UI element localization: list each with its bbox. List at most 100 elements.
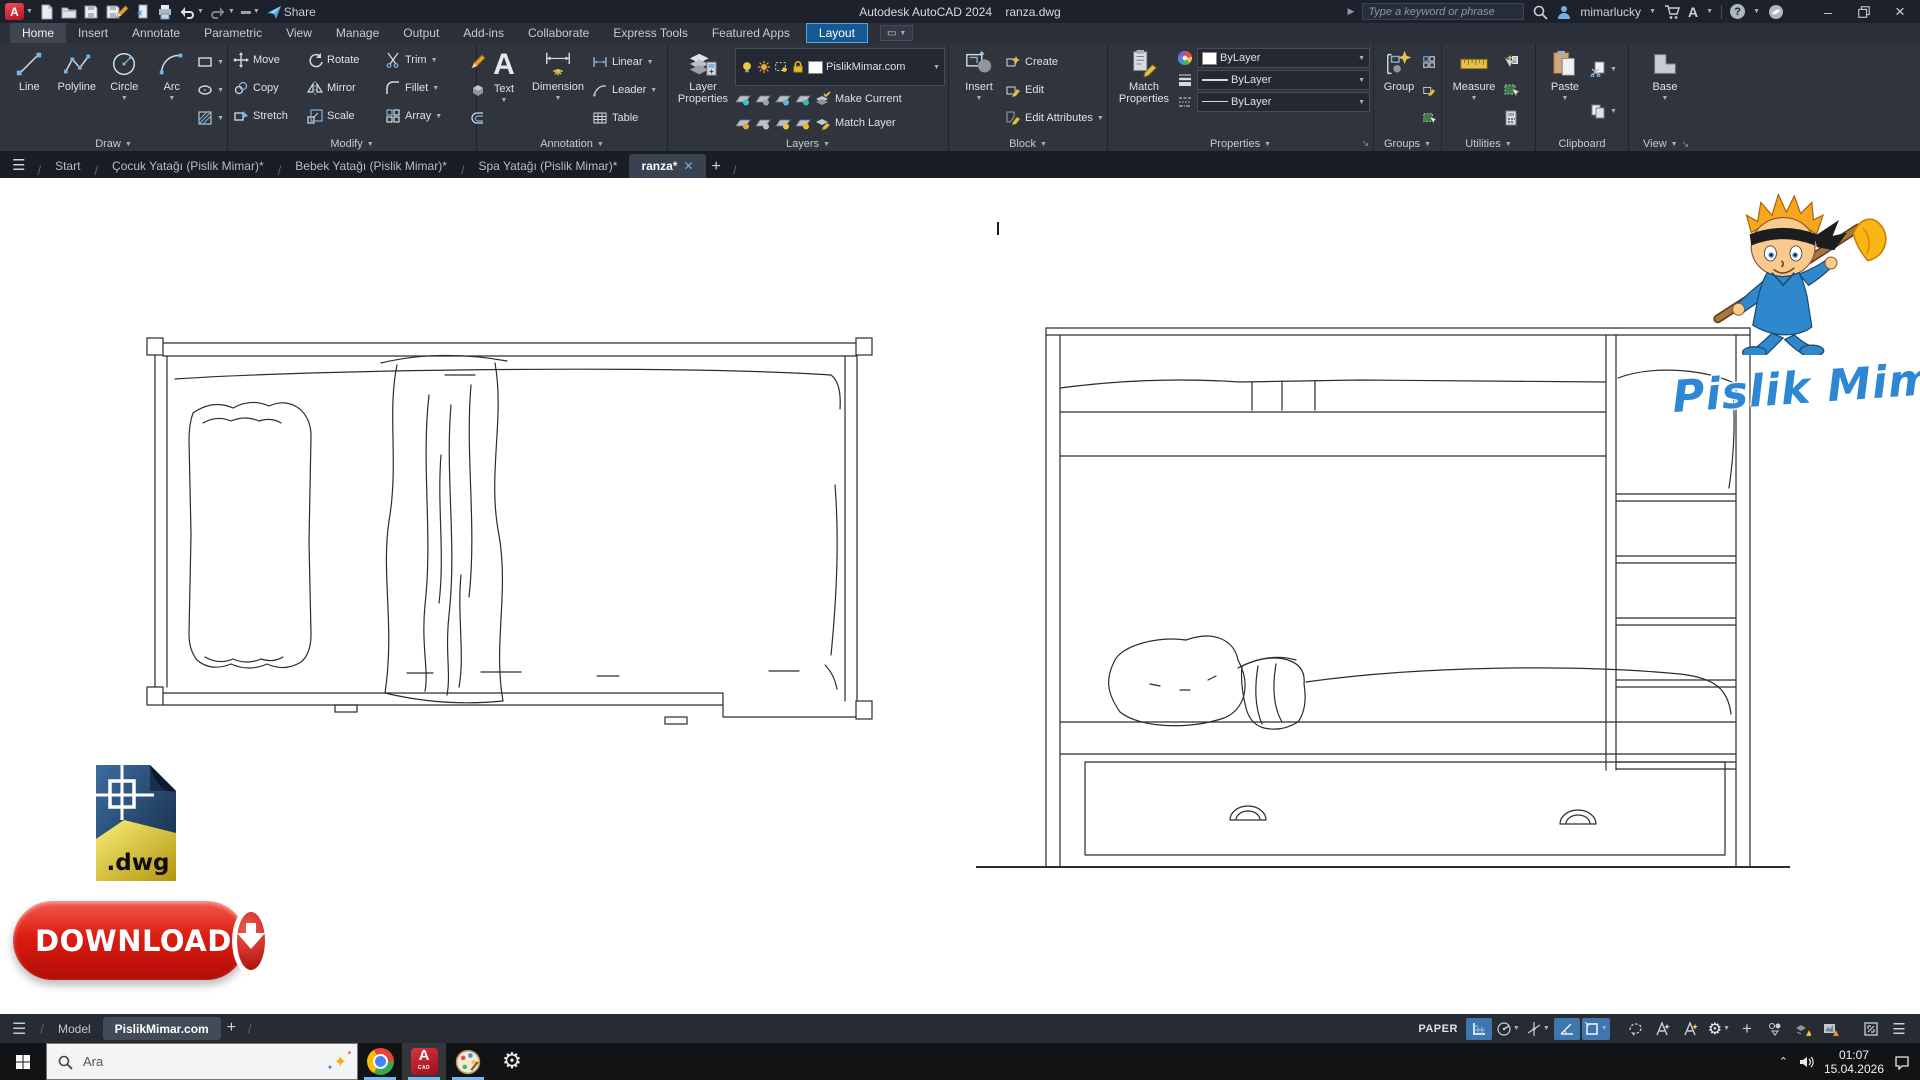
- start-button[interactable]: [0, 1043, 46, 1080]
- dimension-tool-button[interactable]: Dimension▼: [527, 46, 589, 134]
- object-snap-toggle[interactable]: ▼: [1582, 1018, 1610, 1040]
- copilot-sparkle-icon[interactable]: ✦•✦: [334, 1052, 347, 1071]
- ribbon-tab-home[interactable]: Home: [10, 23, 66, 43]
- ribbon-tab-layout[interactable]: Layout: [806, 23, 868, 43]
- chevron-down-icon[interactable]: ▼: [1649, 8, 1656, 15]
- group-select-toggle[interactable]: [1422, 108, 1436, 128]
- annotation-scale-add-button[interactable]: +: [1734, 1018, 1760, 1040]
- object-snap-tracking-toggle[interactable]: [1554, 1018, 1580, 1040]
- file-tab-spa-yatagi[interactable]: Spa Yatağı (Pislik Mimar)*: [467, 154, 630, 178]
- file-tab-start[interactable]: Start: [43, 154, 92, 178]
- help-search-input[interactable]: [1362, 3, 1524, 20]
- plot-button[interactable]: [135, 2, 151, 22]
- taskbar-chrome-button[interactable]: [358, 1043, 402, 1080]
- ribbon-tab-insert[interactable]: Insert: [66, 23, 120, 43]
- line-tool-button[interactable]: Line: [7, 46, 52, 134]
- file-tab-bebek-yatagi[interactable]: Bebek Yatağı (Pislik Mimar)*: [283, 154, 459, 178]
- hatch-tool-button[interactable]: ▼: [197, 108, 224, 128]
- app-menu-button[interactable]: A▼: [5, 2, 33, 22]
- mirror-button[interactable]: Mirror: [307, 78, 385, 98]
- panel-launcher-icon[interactable]: ↘: [1361, 138, 1369, 149]
- panel-label-draw[interactable]: Draw▼: [0, 138, 227, 150]
- match-layer-button[interactable]: Match Layer: [815, 113, 896, 133]
- annotation-scale-sync-toggle[interactable]: [1762, 1018, 1788, 1040]
- make-current-button[interactable]: Make Current: [815, 89, 902, 109]
- ribbon-tab-output[interactable]: Output: [391, 23, 451, 43]
- copy-button[interactable]: Copy: [233, 78, 307, 98]
- panel-label-utilities[interactable]: Utilities▼: [1442, 138, 1535, 150]
- layer-properties-button[interactable]: Layer Properties: [674, 46, 732, 134]
- taskbar-autocad-button[interactable]: ACAD: [402, 1043, 446, 1080]
- layer-on-all-icon[interactable]: [735, 115, 751, 131]
- ribbon-tab-manage[interactable]: Manage: [324, 23, 391, 43]
- chevron-down-icon[interactable]: ▼: [1706, 8, 1713, 15]
- undo-button[interactable]: ▼: [179, 2, 204, 22]
- close-button[interactable]: ×: [1886, 0, 1914, 23]
- stretch-button[interactable]: Stretch: [233, 106, 307, 126]
- panel-label-layers[interactable]: Layers▼: [668, 138, 948, 150]
- quick-calc-button[interactable]: [1503, 108, 1519, 128]
- taskbar-settings-button[interactable]: ⚙: [490, 1043, 534, 1080]
- layer-lock-icon[interactable]: [795, 91, 811, 107]
- linetype-dropdown[interactable]: ByLayer▼: [1197, 92, 1370, 112]
- hidden-icons-chevron[interactable]: ⌃: [1779, 1055, 1788, 1068]
- chevron-down-icon[interactable]: ▼: [1753, 8, 1760, 15]
- file-tabs-menu-icon[interactable]: ☰: [0, 156, 35, 178]
- array-button[interactable]: Array▼: [385, 106, 467, 126]
- open-file-button[interactable]: [61, 2, 77, 22]
- fillet-button[interactable]: Fillet▼: [385, 78, 467, 98]
- layer-isolate-icon[interactable]: [755, 91, 771, 107]
- panel-label-block[interactable]: Block▼: [949, 138, 1107, 150]
- ellipse-tool-button[interactable]: ▼: [197, 80, 224, 100]
- panel-label-annotation[interactable]: Annotation▼: [477, 138, 667, 150]
- app-store-cart-icon[interactable]: [1664, 4, 1680, 20]
- new-drawing-button[interactable]: +: [706, 158, 731, 178]
- clean-screen-button[interactable]: [1858, 1018, 1884, 1040]
- taskbar-paint-button[interactable]: [446, 1043, 490, 1080]
- trim-button[interactable]: Trim▼: [385, 50, 467, 70]
- ribbon-tab-parametric[interactable]: Parametric: [192, 23, 274, 43]
- ungroup-button[interactable]: [1422, 52, 1436, 72]
- search-icon[interactable]: [1532, 4, 1548, 20]
- feedback-chat-icon[interactable]: [1768, 4, 1784, 20]
- minimize-button[interactable]: –: [1814, 0, 1842, 23]
- taskbar-clock[interactable]: 01:07 15.04.2026: [1824, 1048, 1884, 1076]
- rotate-button[interactable]: Rotate: [307, 50, 385, 70]
- layout-menu-icon[interactable]: ☰: [0, 1019, 38, 1039]
- notification-center-icon[interactable]: [1894, 1054, 1910, 1070]
- ribbon-tab-view[interactable]: View: [274, 23, 324, 43]
- username-label[interactable]: mimarlucky: [1580, 5, 1641, 19]
- layer-unisolate-icon[interactable]: [755, 115, 771, 131]
- autodesk-a-icon[interactable]: A: [1688, 4, 1698, 20]
- group-edit-button[interactable]: [1422, 80, 1436, 100]
- model-tab[interactable]: Model: [46, 1017, 103, 1040]
- edit-block-button[interactable]: Edit: [1005, 80, 1104, 100]
- taskbar-search-input[interactable]: [81, 1053, 326, 1070]
- measure-button[interactable]: Measure▼: [1448, 46, 1500, 134]
- leader-button[interactable]: Leader▼: [592, 80, 657, 100]
- paper-space-label[interactable]: PAPER: [1412, 1023, 1464, 1035]
- polar-tracking-toggle[interactable]: ▼: [1494, 1018, 1522, 1040]
- isodraft-toggle[interactable]: ▼: [1524, 1018, 1552, 1040]
- taskbar-search-box[interactable]: ✦•✦: [46, 1043, 358, 1080]
- layer-unlock-all-icon[interactable]: [795, 115, 811, 131]
- ribbon-tab-annotate[interactable]: Annotate: [120, 23, 192, 43]
- grid-display-toggle[interactable]: [1466, 1018, 1492, 1040]
- panel-label-modify[interactable]: Modify▼: [228, 138, 476, 150]
- help-icon[interactable]: ?: [1730, 4, 1745, 19]
- ribbon-display-toggle[interactable]: ▭▼: [880, 25, 913, 41]
- new-layout-button[interactable]: +: [221, 1019, 246, 1039]
- file-tab-cocuk-yatagi[interactable]: Çocuk Yatağı (Pislik Mimar)*: [100, 154, 276, 178]
- group-button[interactable]: Group: [1379, 46, 1419, 134]
- user-avatar-icon[interactable]: [1556, 4, 1572, 20]
- copy-clip-button[interactable]: ▼: [1590, 101, 1617, 121]
- linear-dimension-button[interactable]: Linear▼: [592, 52, 657, 72]
- arc-tool-button[interactable]: Arc▼: [150, 46, 195, 134]
- paste-button[interactable]: Paste▼: [1543, 46, 1587, 134]
- search-collapse-icon[interactable]: ▶: [1347, 6, 1354, 17]
- panel-label-properties[interactable]: Properties▼↘: [1108, 138, 1373, 150]
- layer-warning-button[interactable]: [1790, 1018, 1816, 1040]
- quick-select-button[interactable]: [1503, 52, 1519, 72]
- ribbon-tab-featured-apps[interactable]: Featured Apps: [700, 23, 802, 43]
- speaker-icon[interactable]: [1798, 1054, 1814, 1070]
